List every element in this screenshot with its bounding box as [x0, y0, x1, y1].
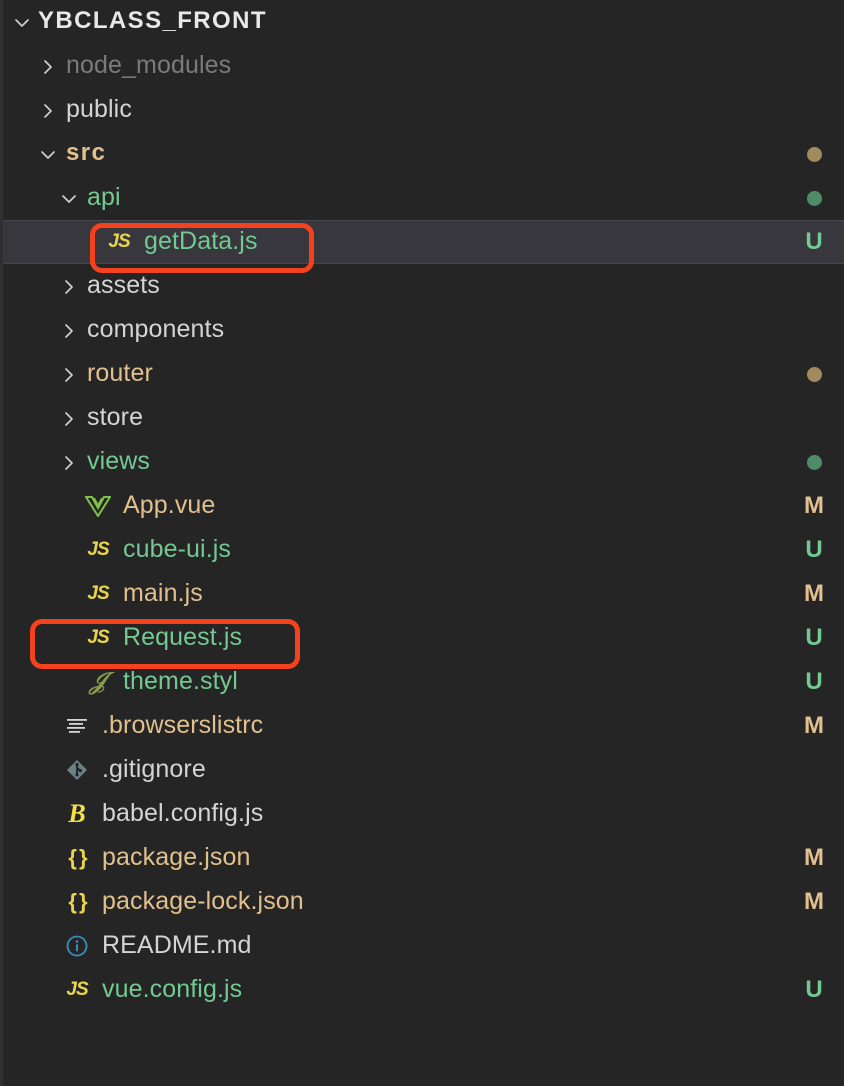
chevron-down-icon[interactable] [55, 176, 81, 220]
markdown-info-icon [60, 924, 94, 968]
git-status-badge: M [804, 888, 824, 915]
tree-item-components[interactable]: components [3, 308, 844, 352]
json-file-icon: { } [68, 889, 87, 914]
tree-item-label: App.vue [123, 490, 216, 519]
tree-item-cube-ui-js[interactable]: JS cube-ui.js U [3, 528, 844, 572]
workspace-root-row[interactable]: YBCLASS_FRONT [3, 0, 844, 44]
tree-item-label: package.json [102, 842, 251, 871]
json-file-icon: { } [68, 845, 87, 870]
tree-item-src[interactable]: src [3, 132, 844, 176]
tree-item-label: router [87, 358, 153, 387]
git-status-badge: U [805, 668, 823, 695]
chevron-right-icon[interactable] [55, 396, 81, 440]
javascript-file-icon: JS [66, 979, 88, 1000]
git-status-dot [807, 366, 822, 382]
file-explorer-tree: YBCLASS_FRONT node_modulespublic src api JS g… [0, 0, 844, 1086]
tree-item-label: main.js [123, 578, 203, 607]
config-lines-icon [60, 704, 94, 748]
tree-item-request-js[interactable]: JS Request.js U [3, 616, 844, 660]
tree-item-readme-md[interactable]: README.md [3, 924, 844, 968]
git-file-icon [60, 748, 94, 792]
git-status-dot [807, 190, 822, 206]
tree-item-assets[interactable]: assets [3, 264, 844, 308]
tree-item-browserslistrc[interactable]: .browserslistrc M [3, 704, 844, 748]
git-status-dot [807, 146, 822, 162]
chevron-right-icon[interactable] [55, 264, 81, 308]
tree-item-router[interactable]: router [3, 352, 844, 396]
tree-item-package-lock-json[interactable]: { } package-lock.json M [3, 880, 844, 924]
tree-item-label: package-lock.json [102, 886, 304, 915]
git-status-badge: U [805, 624, 823, 651]
javascript-file-icon: JS [87, 627, 109, 648]
tree-item-vue-config-js[interactable]: JS vue.config.js U [3, 968, 844, 1012]
tree-item-views[interactable]: views [3, 440, 844, 484]
tree-item-label: node_modules [66, 50, 232, 79]
tree-item-babel-config-js[interactable]: Bbabel.config.js [3, 792, 844, 836]
git-status-badge: M [804, 712, 824, 739]
chevron-right-icon[interactable] [34, 88, 60, 132]
javascript-file-icon: JS [87, 539, 109, 560]
tree-item-label: cube-ui.js [123, 534, 231, 563]
tree-item-label: store [87, 402, 144, 431]
javascript-file-icon: JS [108, 231, 130, 252]
chevron-right-icon[interactable] [55, 352, 81, 396]
git-status-badge: U [805, 976, 823, 1003]
tree-item-store[interactable]: store [3, 396, 844, 440]
tree-item-label: .browserslistrc [102, 710, 264, 739]
chevron-down-icon[interactable] [8, 0, 34, 44]
git-status-dot [807, 454, 822, 470]
workspace-root-label: YBCLASS_FRONT [38, 7, 267, 34]
chevron-right-icon[interactable] [55, 308, 81, 352]
tree-item-label: README.md [102, 930, 252, 959]
chevron-down-icon[interactable] [34, 132, 60, 176]
tree-item-label: assets [87, 270, 160, 299]
babel-file-icon: B [68, 799, 86, 828]
git-status-badge: M [804, 580, 824, 607]
stylus-file-icon: 𝒥 [89, 668, 107, 695]
tree-item-gitignore[interactable]: .gitignore [3, 748, 844, 792]
git-status-badge: U [805, 536, 823, 563]
tree-item-label: components [87, 314, 225, 343]
javascript-file-icon: JS [87, 583, 109, 604]
tree-item-label: views [87, 446, 151, 475]
git-status-badge: M [804, 492, 824, 519]
vue-file-icon [81, 484, 115, 528]
tree-item-package-json[interactable]: { } package.json M [3, 836, 844, 880]
tree-item-getdata-js[interactable]: JS getData.js U [3, 220, 844, 264]
tree-item-label: src [66, 139, 107, 166]
tree-item-label: Request.js [123, 622, 243, 651]
chevron-right-icon[interactable] [34, 44, 60, 88]
tree-item-app-vue[interactable]: App.vue M [3, 484, 844, 528]
git-status-badge: U [805, 228, 823, 255]
tree-item-label: theme.styl [123, 666, 238, 695]
tree-item-public[interactable]: public [3, 88, 844, 132]
tree-item-node-modules[interactable]: node_modules [3, 44, 844, 88]
tree-item-label: babel.config.js [102, 798, 264, 827]
tree-item-api[interactable]: api [3, 176, 844, 220]
tree-item-label: public [66, 94, 132, 123]
tree-item-label: api [87, 182, 121, 211]
tree-item-label: getData.js [144, 226, 258, 255]
tree-item-main-js[interactable]: JS main.js M [3, 572, 844, 616]
tree-item-label: vue.config.js [102, 974, 243, 1003]
git-status-badge: M [804, 844, 824, 871]
tree-item-theme-styl[interactable]: 𝒥theme.styl U [3, 660, 844, 704]
chevron-right-icon[interactable] [55, 440, 81, 484]
tree-item-label: .gitignore [102, 754, 206, 783]
